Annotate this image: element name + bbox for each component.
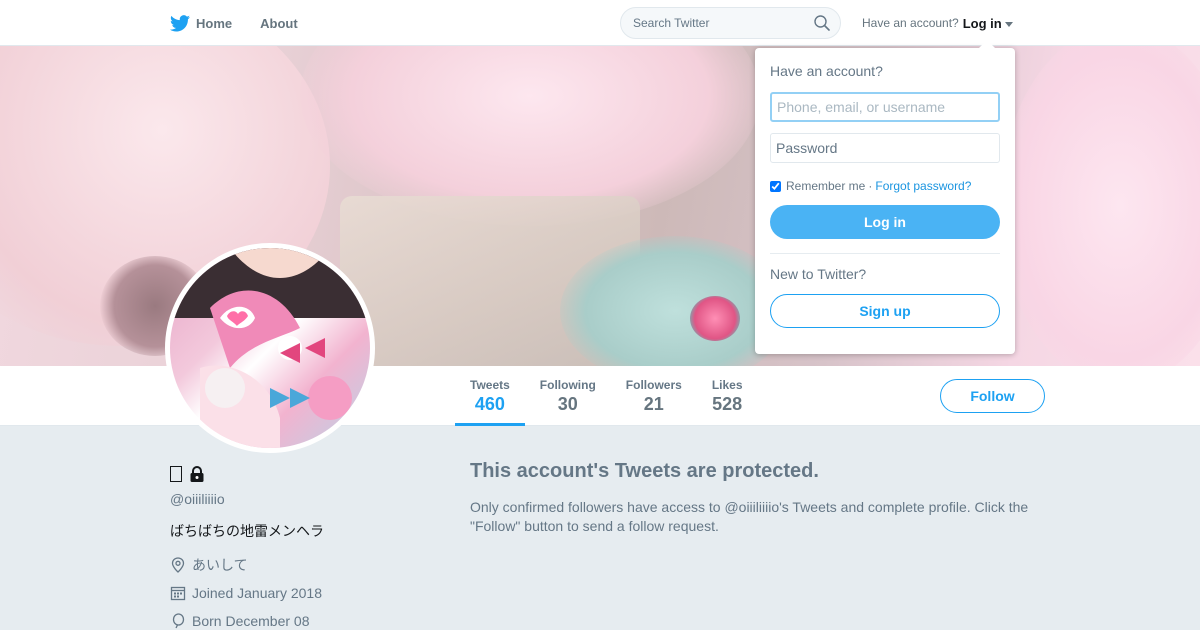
- profile-location: あいして: [170, 557, 430, 573]
- avatar-illustration: [170, 248, 370, 448]
- login-dropdown: Have an account? Remember me · Forgot pa…: [755, 40, 1015, 354]
- username-field[interactable]: [770, 92, 1000, 122]
- profile-handle[interactable]: @oiiiliiiio: [170, 491, 430, 507]
- password-field[interactable]: [770, 133, 1000, 163]
- stat-followers[interactable]: Followers 21: [611, 366, 697, 426]
- avatar-image: [170, 248, 370, 448]
- nav-home[interactable]: Home: [170, 14, 233, 32]
- banner-heart-gem: [690, 296, 740, 341]
- profile-born: Born December 08: [170, 613, 430, 629]
- remember-me-label[interactable]: Remember me: [786, 179, 865, 193]
- remember-me-checkbox[interactable]: [770, 180, 781, 192]
- remember-row: Remember me · Forgot password?: [770, 179, 1000, 193]
- have-account-text: Have an account?: [862, 16, 959, 30]
- top-navigation-bar: Home About Have an account? Log in: [0, 0, 1200, 46]
- profile-sidebar: @oiiiliiiio ばちばちの地雷メンヘラ あいして Joined Janu…: [170, 462, 430, 629]
- profile-born-text: Born December 08: [192, 613, 310, 629]
- profile-joined-text: Joined January 2018: [192, 585, 322, 601]
- profile-location-text: あいして: [192, 557, 248, 573]
- login-button[interactable]: Log in: [770, 205, 1000, 239]
- avatar[interactable]: [165, 243, 375, 453]
- login-link-label: Log in: [962, 15, 1002, 31]
- stat-likes[interactable]: Likes 528: [697, 366, 758, 426]
- signup-button[interactable]: Sign up: [770, 294, 1000, 328]
- stat-tweets-label: Tweets: [470, 378, 510, 392]
- profile-joined: Joined January 2018: [170, 585, 430, 601]
- lock-icon: [190, 466, 204, 482]
- stat-following[interactable]: Following 30: [525, 366, 611, 426]
- nav-about[interactable]: About: [260, 16, 298, 31]
- nav-about-label: About: [260, 15, 298, 31]
- stat-followers-value: 21: [643, 394, 664, 414]
- stat-tweets[interactable]: Tweets 460: [455, 366, 525, 426]
- stat-tweets-value: 460: [474, 394, 505, 414]
- protected-message: Only confirmed followers have access to …: [470, 499, 1029, 534]
- banner-pink-text-area: [1000, 46, 1200, 366]
- location-icon: [171, 557, 185, 573]
- nav-home-label: Home: [196, 15, 233, 31]
- twitter-bird-icon: [170, 14, 190, 31]
- login-dropdown-title: Have an account?: [770, 63, 883, 79]
- calendar-icon: [170, 586, 186, 601]
- login-dropdown-toggle[interactable]: Log in: [963, 16, 1013, 31]
- stat-likes-label: Likes: [711, 378, 743, 392]
- search-icon[interactable]: [814, 15, 830, 36]
- profile-bio: ばちばちの地雷メンヘラ: [170, 523, 324, 539]
- stat-following-label: Following: [539, 378, 596, 392]
- nav-left: Home About: [170, 0, 326, 46]
- balloon-icon: [172, 613, 185, 629]
- separator-dot: ·: [868, 179, 873, 193]
- search-box: [620, 7, 841, 39]
- search-input[interactable]: [633, 8, 808, 38]
- profile-name: [170, 462, 430, 486]
- name-glyph-placeholder: [170, 466, 182, 482]
- dropdown-divider: [770, 253, 1000, 254]
- stat-followers-label: Followers: [625, 378, 682, 392]
- profile-stats: Tweets 460 Following 30 Followers 21 Lik…: [455, 366, 758, 426]
- new-to-twitter-text: New to Twitter?: [770, 266, 867, 282]
- caret-down-icon: [1004, 21, 1013, 27]
- follow-button[interactable]: Follow: [940, 379, 1045, 413]
- stat-following-value: 30: [557, 394, 578, 414]
- protected-title: This account's Tweets are protected.: [470, 460, 819, 482]
- stat-likes-value: 528: [712, 394, 743, 414]
- forgot-password-link[interactable]: Forgot password?: [875, 179, 971, 193]
- protected-notice: This account's Tweets are protected. Onl…: [470, 460, 1050, 536]
